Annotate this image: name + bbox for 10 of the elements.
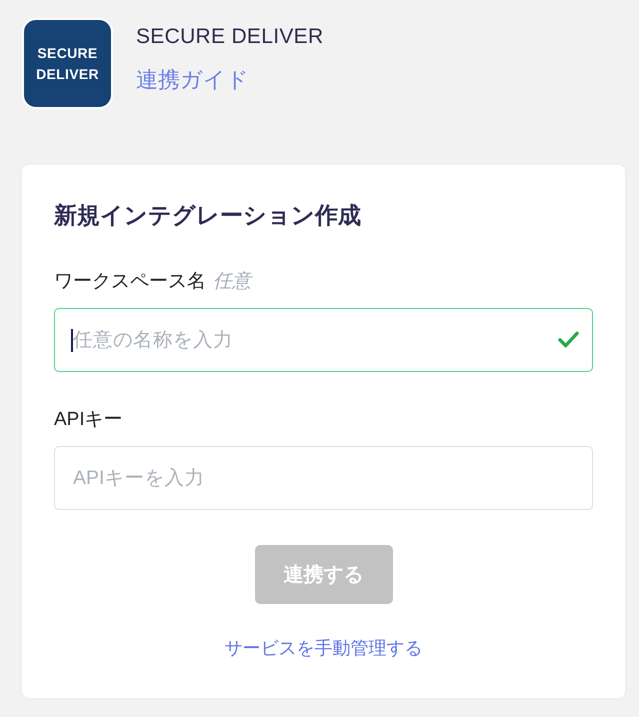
field-label: ワークスペース名: [54, 270, 206, 294]
app-name: SECURE DELIVER: [136, 24, 324, 50]
input-field[interactable]: APIキーを入力: [54, 446, 593, 510]
guide-link[interactable]: 連携ガイド: [136, 66, 249, 94]
field-label: APIキー: [54, 408, 123, 432]
form-title: 新規インテグレーション作成: [54, 201, 362, 230]
logo-text: SECURE DELIVER: [36, 44, 99, 84]
input-field[interactable]: 任意の名称を入力: [54, 308, 593, 372]
optional-tag: 任意: [213, 270, 251, 294]
manual-manage-link[interactable]: サービスを手動管理する: [224, 636, 422, 660]
